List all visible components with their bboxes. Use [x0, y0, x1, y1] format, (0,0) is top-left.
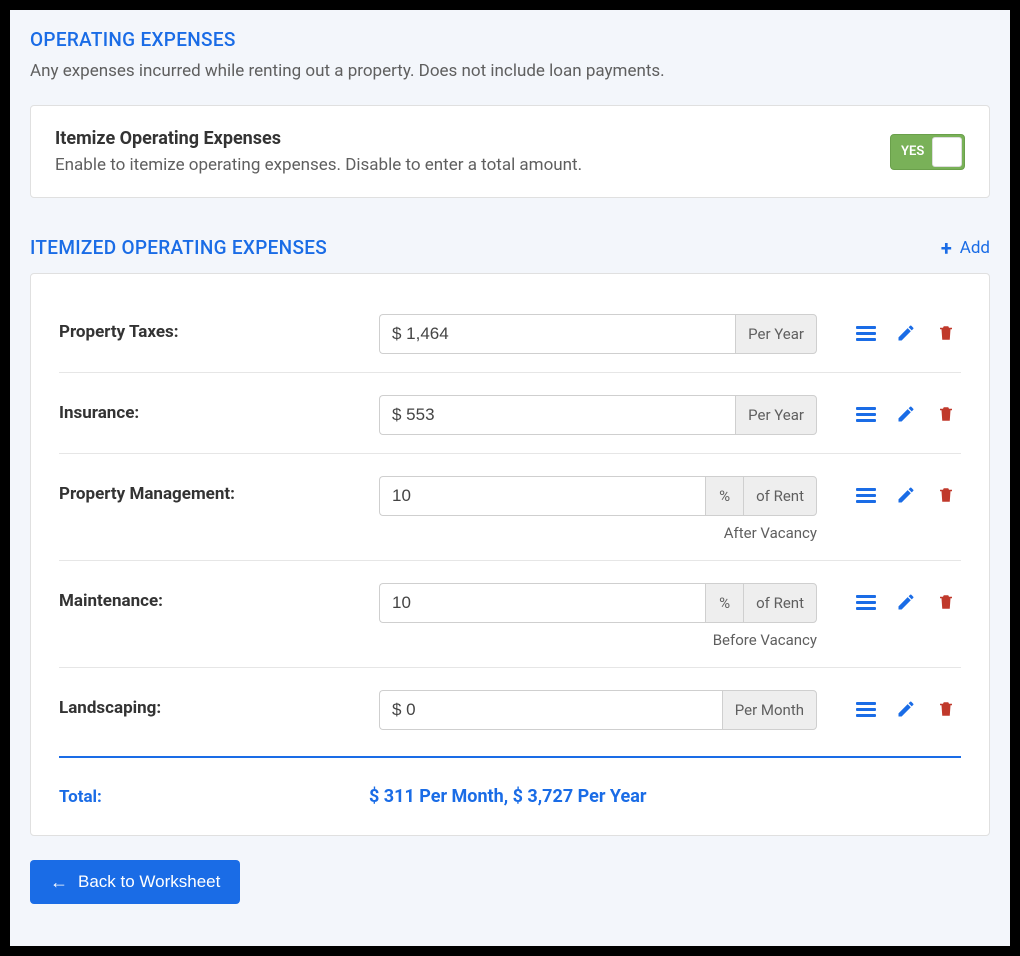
delete-icon[interactable] [935, 698, 957, 720]
unit-of-rent[interactable]: of Rent [743, 476, 817, 516]
itemize-card: Itemize Operating Expenses Enable to ite… [30, 105, 990, 198]
edit-icon[interactable] [895, 403, 917, 425]
expense-subtext: Before Vacancy [379, 631, 817, 649]
total-label: Total: [59, 787, 369, 807]
plus-icon: + [941, 238, 952, 258]
unit-percent[interactable]: % [705, 476, 743, 516]
unit-percent[interactable]: % [705, 583, 743, 623]
back-to-worksheet-button[interactable]: ← Back to Worksheet [30, 860, 240, 904]
expense-value-input[interactable] [379, 476, 705, 516]
delete-icon[interactable] [935, 484, 957, 506]
expense-value-input[interactable] [379, 314, 735, 354]
add-label: Add [960, 238, 990, 258]
expense-label: Property Taxes: [59, 322, 179, 342]
expense-subtext: After Vacancy [379, 524, 817, 542]
delete-icon[interactable] [935, 403, 957, 425]
expense-label: Landscaping: [59, 698, 161, 718]
expense-row: Landscaping: Per Month [59, 668, 961, 748]
itemize-toggle[interactable]: YES [890, 134, 965, 170]
expense-list-card: Property Taxes: Per Year Insurance: [30, 273, 990, 836]
toggle-knob [932, 137, 962, 167]
total-divider [59, 756, 961, 758]
edit-icon[interactable] [895, 698, 917, 720]
add-expense-button[interactable]: + Add [941, 238, 990, 258]
unit-selector[interactable]: Per Year [735, 314, 817, 354]
itemized-expenses-title: ITEMIZED OPERATING EXPENSES [30, 236, 327, 259]
unit-of-rent[interactable]: of Rent [743, 583, 817, 623]
operating-expenses-description: Any expenses incurred while renting out … [30, 61, 990, 81]
expense-row: Maintenance: % of Rent Before Vacancy [59, 561, 961, 668]
unit-selector[interactable]: Per Year [735, 395, 817, 435]
reorder-icon[interactable] [855, 698, 877, 720]
arrow-left-icon: ← [50, 873, 68, 891]
total-row: Total: $ 311 Per Month, $ 3,727 Per Year [59, 778, 961, 811]
delete-icon[interactable] [935, 591, 957, 613]
back-button-label: Back to Worksheet [78, 872, 220, 892]
reorder-icon[interactable] [855, 403, 877, 425]
expense-label: Insurance: [59, 403, 139, 423]
expense-value-input[interactable] [379, 690, 722, 730]
expense-row: Property Taxes: Per Year [59, 292, 961, 373]
expense-label: Maintenance: [59, 591, 163, 611]
expense-row: Property Management: % of Rent After Vac… [59, 454, 961, 561]
operating-expenses-title: OPERATING EXPENSES [30, 28, 990, 51]
itemize-title: Itemize Operating Expenses [55, 128, 582, 149]
expense-row: Insurance: Per Year [59, 373, 961, 454]
reorder-icon[interactable] [855, 322, 877, 344]
edit-icon[interactable] [895, 591, 917, 613]
toggle-yes-label: YES [891, 144, 924, 159]
itemize-description: Enable to itemize operating expenses. Di… [55, 155, 582, 175]
delete-icon[interactable] [935, 322, 957, 344]
unit-selector[interactable]: Per Month [722, 690, 817, 730]
total-values: $ 311 Per Month, $ 3,727 Per Year [369, 786, 646, 807]
reorder-icon[interactable] [855, 591, 877, 613]
reorder-icon[interactable] [855, 484, 877, 506]
expense-value-input[interactable] [379, 583, 705, 623]
expense-label: Property Management: [59, 484, 235, 504]
edit-icon[interactable] [895, 322, 917, 344]
edit-icon[interactable] [895, 484, 917, 506]
expense-value-input[interactable] [379, 395, 735, 435]
